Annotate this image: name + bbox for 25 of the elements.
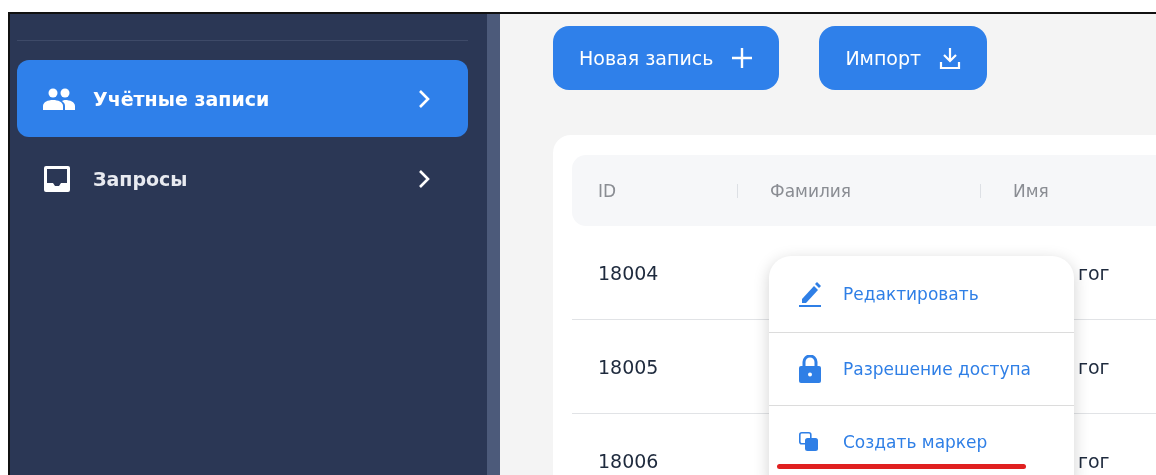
table-cell: 18005 bbox=[598, 355, 659, 378]
sidebar-item[interactable]: Учётные записи bbox=[17, 60, 468, 137]
column-header: ID bbox=[598, 180, 617, 201]
table-cell: гог bbox=[1078, 261, 1110, 284]
pencil-icon bbox=[799, 281, 821, 307]
column-header: Имя bbox=[1013, 180, 1049, 201]
menu-item[interactable]: Редактировать bbox=[769, 256, 1074, 333]
plus-icon bbox=[731, 47, 754, 69]
menu-item[interactable]: Создать маркер bbox=[769, 406, 1074, 475]
new-record-button[interactable]: Новая запись bbox=[553, 26, 780, 90]
table-cell: 18006 bbox=[598, 449, 659, 472]
table-cell: гог bbox=[1078, 449, 1110, 472]
lock-icon bbox=[799, 355, 821, 383]
sidebar-item[interactable]: Запросы bbox=[17, 140, 468, 217]
column-header: Фамилия bbox=[770, 180, 852, 201]
table-cell: гог bbox=[1078, 355, 1110, 378]
squares-icon bbox=[799, 432, 819, 452]
chevron-icon bbox=[418, 168, 430, 189]
import-button[interactable]: Импорт bbox=[819, 26, 988, 90]
download-icon bbox=[939, 47, 962, 69]
table-cell: 18004 bbox=[598, 261, 659, 284]
chevron-icon bbox=[418, 88, 430, 109]
inbox-icon bbox=[43, 164, 71, 193]
menu-item[interactable]: Разрешение доступа bbox=[769, 333, 1074, 406]
people-icon bbox=[43, 87, 75, 110]
